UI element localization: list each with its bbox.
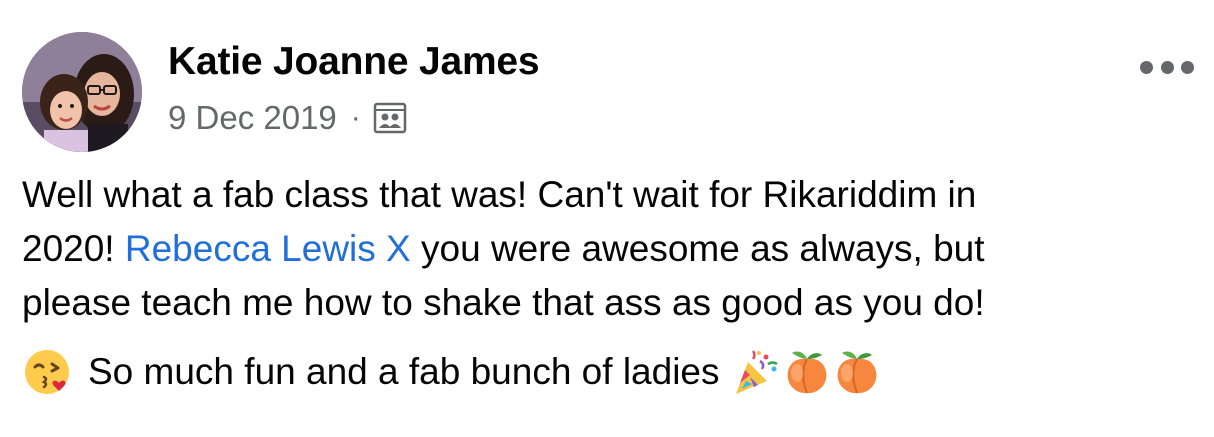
photo-album-icon — [373, 101, 407, 135]
post-text-line: 2020! Rebecca Lewis X you were awesome a… — [22, 222, 1197, 276]
post-text-line: please teach me how to shake that ass as… — [22, 282, 985, 323]
mention-link[interactable]: Rebecca Lewis X — [125, 228, 411, 269]
post-text-fragment: you were awesome as always, but — [410, 228, 985, 269]
post-text-line: Well what a fab class that was! Can't wa… — [22, 174, 977, 215]
more-dot — [1140, 60, 1153, 74]
author-name[interactable]: Katie Joanne James — [168, 40, 540, 84]
face-blowing-kiss-emoji — [22, 347, 72, 397]
peach-emoji — [832, 347, 882, 397]
avatar[interactable] — [22, 32, 142, 152]
post-date[interactable]: 9 Dec 2019 — [168, 99, 337, 137]
more-dot — [1160, 60, 1174, 74]
more-dot — [1181, 60, 1194, 74]
post-card: Katie Joanne James 9 Dec 2019 · Well wha… — [0, 0, 1214, 437]
post-meta: 9 Dec 2019 · — [168, 98, 407, 138]
post-text-fragment: So much fun and a fab bunch of ladies — [88, 351, 720, 392]
peach-emoji — [782, 347, 832, 397]
more-options-icon[interactable] — [1140, 52, 1194, 82]
post-body: Well what a fab class that was! Can't wa… — [22, 168, 1197, 330]
meta-separator: · — [350, 101, 361, 134]
party-popper-emoji — [732, 347, 782, 397]
post-text-fragment: 2020! — [22, 228, 125, 269]
post-text-line-emoji: So much fun and a fab bunch of ladies — [22, 342, 882, 402]
